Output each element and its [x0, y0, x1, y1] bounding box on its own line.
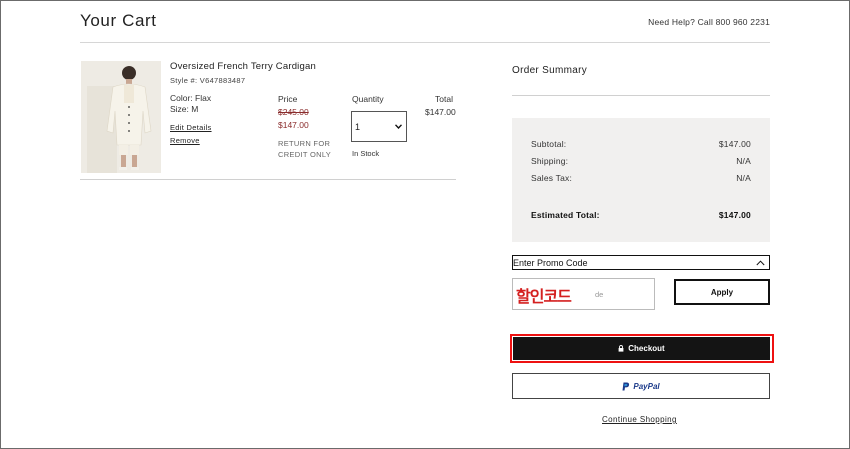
promo-overlay-label: 할인코드 — [516, 287, 572, 306]
help-phone-text: Need Help? Call 800 960 2231 — [648, 17, 770, 27]
header-divider — [80, 42, 770, 43]
shipping-value: N/A — [736, 156, 751, 166]
subtotal-row: Subtotal: $147.00 — [531, 139, 751, 149]
sales-tax-value: N/A — [736, 173, 751, 183]
remove-link[interactable]: Remove — [170, 136, 200, 145]
quantity-value: 1 — [355, 121, 361, 132]
total-header: Total — [435, 94, 453, 104]
order-summary-title: Order Summary — [512, 65, 588, 76]
checkout-label: Checkout — [628, 344, 665, 353]
return-policy-note: RETURN FOR CREDIT ONLY — [278, 139, 332, 159]
product-color: Color: Flax — [170, 93, 212, 103]
subtotal-label: Subtotal: — [531, 139, 567, 149]
sales-tax-label: Sales Tax: — [531, 173, 573, 183]
product-size: Size: M — [170, 104, 199, 114]
stock-status: In Stock — [352, 149, 380, 158]
estimated-total-label: Estimated Total: — [531, 210, 600, 220]
product-name[interactable]: Oversized French Terry Cardigan — [170, 61, 316, 72]
product-photo — [81, 61, 161, 173]
apply-button[interactable]: Apply — [674, 279, 770, 305]
product-style-number: Style #: V647883487 — [170, 76, 246, 85]
item-total: $147.00 — [425, 107, 456, 117]
checkout-button[interactable]: Checkout — [513, 337, 770, 360]
estimated-total-row: Estimated Total: $147.00 — [531, 210, 751, 220]
quantity-select[interactable]: 1 — [351, 111, 407, 142]
paypal-icon — [622, 382, 630, 390]
promo-code-toggle[interactable]: Enter Promo Code — [512, 255, 770, 270]
paypal-button[interactable]: PayPal — [512, 373, 770, 399]
lock-icon — [618, 345, 624, 352]
summary-divider — [512, 95, 770, 96]
shipping-row: Shipping: N/A — [531, 156, 751, 166]
product-image[interactable] — [81, 61, 161, 173]
page-title: Your Cart — [80, 11, 157, 30]
price-header: Price — [278, 94, 298, 104]
shipping-label: Shipping: — [531, 156, 569, 166]
continue-shopping-link[interactable]: Continue Shopping — [602, 415, 677, 424]
original-price: $245.00 — [278, 107, 309, 117]
chevron-up-icon — [756, 259, 765, 265]
subtotal-value: $147.00 — [718, 139, 751, 149]
chevron-down-icon — [395, 124, 402, 129]
paypal-label: PayPal — [633, 381, 660, 391]
sale-price: $147.00 — [278, 120, 309, 130]
edit-details-link[interactable]: Edit Details — [170, 123, 212, 132]
promo-code-input[interactable]: de 할인코드 — [512, 278, 655, 310]
summary-box: Subtotal: $147.00 Shipping: N/A Sales Ta… — [512, 118, 770, 242]
item-divider — [80, 179, 456, 180]
quantity-header: Quantity — [352, 94, 384, 104]
estimated-total-value: $147.00 — [718, 210, 751, 220]
sales-tax-row: Sales Tax: N/A — [531, 173, 751, 183]
promo-code-toggle-label: Enter Promo Code — [513, 257, 588, 268]
promo-code-placeholder: de — [595, 290, 604, 299]
